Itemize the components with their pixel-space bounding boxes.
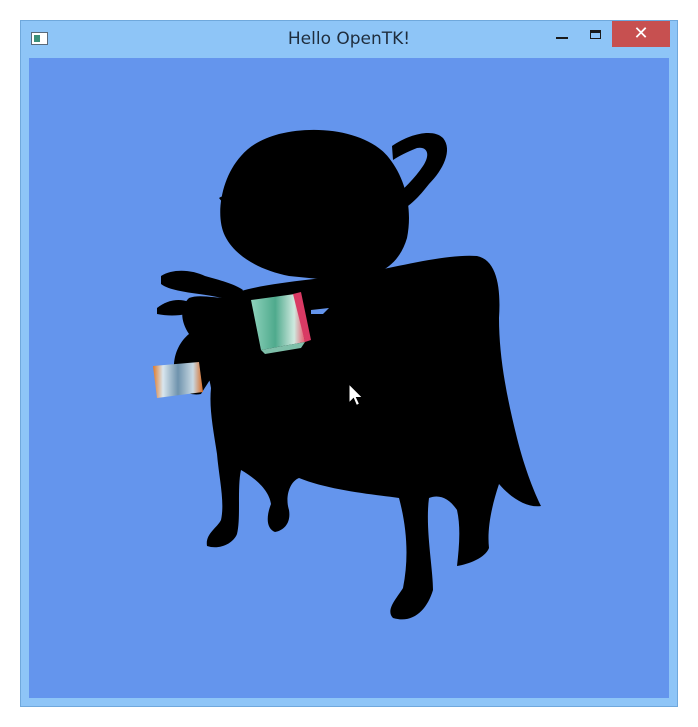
maximize-button[interactable]: [582, 21, 608, 47]
render-canvas[interactable]: [29, 58, 669, 698]
textured-cube-small: [153, 362, 203, 398]
minimize-icon: [556, 37, 568, 39]
close-icon: ✕: [633, 23, 649, 44]
window-title: Hello OpenTK!: [287, 29, 411, 49]
opengl-viewport[interactable]: [29, 58, 669, 698]
close-button[interactable]: ✕: [612, 21, 670, 47]
textured-cube-large: [251, 292, 311, 354]
app-window: Hello OpenTK! ✕: [20, 20, 678, 707]
maximize-icon: [589, 29, 601, 39]
title-bar[interactable]: Hello OpenTK! ✕: [21, 21, 677, 58]
minimize-button[interactable]: [549, 21, 575, 47]
